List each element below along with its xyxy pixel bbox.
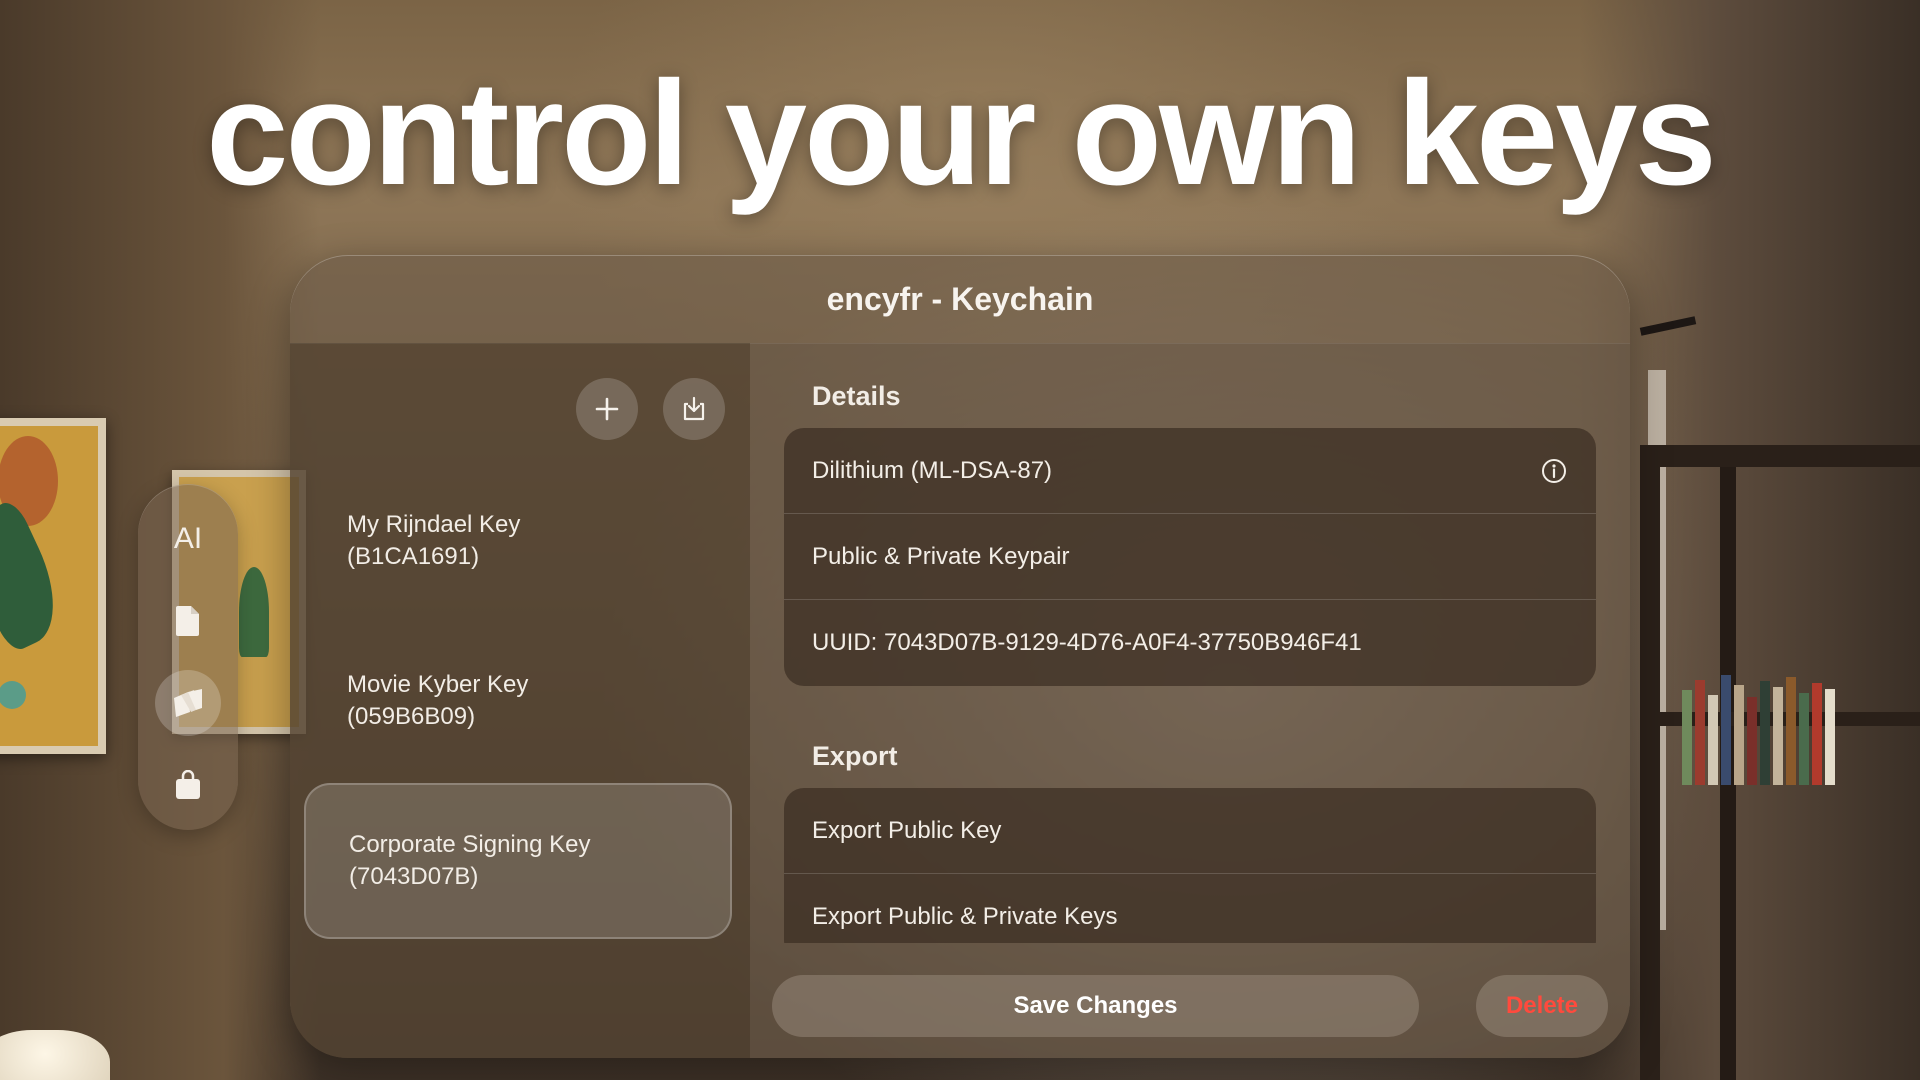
- tab-keychain[interactable]: [155, 670, 221, 736]
- books: [1682, 655, 1882, 785]
- plus-icon: [595, 397, 619, 421]
- tab-documents[interactable]: [155, 588, 221, 654]
- tab-bar: AI: [138, 484, 238, 830]
- key-list-sidebar: My Rijndael Key (B1CA1691) Movie Kyber K…: [290, 343, 750, 1058]
- wall-painting: [0, 418, 106, 754]
- export-public-key-label: Export Public Key: [812, 816, 1002, 844]
- key-name: Corporate Signing Key: [349, 831, 591, 858]
- window-title: encyfr - Keychain: [826, 280, 1094, 317]
- title-bar: encyfr - Keychain: [290, 255, 1630, 344]
- document-icon: [176, 606, 199, 636]
- delete-button[interactable]: Delete: [1476, 975, 1608, 1037]
- tab-text-format[interactable]: AI: [155, 506, 221, 572]
- key-id: (059B6B09): [347, 703, 476, 730]
- keypair-type-label: Public & Private Keypair: [812, 542, 1070, 570]
- add-key-button[interactable]: [576, 378, 638, 440]
- text-format-icon: AI: [173, 522, 203, 555]
- key-detail-pane: Details Dilithium (ML-DSA-87) Public & P…: [750, 343, 1630, 1058]
- keypair-type-row: Public & Private Keypair: [784, 514, 1596, 600]
- algorithm-row: Dilithium (ML-DSA-87): [784, 428, 1596, 514]
- keychain-window: encyfr - Keychain My Rijndael Key (B1CA1…: [290, 255, 1630, 1058]
- details-group: Dilithium (ML-DSA-87) Public & Private K…: [784, 428, 1596, 686]
- detail-scroll-area[interactable]: Details Dilithium (ML-DSA-87) Public & P…: [750, 343, 1630, 943]
- key-list-item-selected[interactable]: Corporate Signing Key (7043D07B): [304, 783, 732, 939]
- uuid-label: UUID: 7043D07B-9129-4D76-A0F4-37750B946F…: [812, 629, 1362, 656]
- tab-store[interactable]: [155, 752, 221, 818]
- import-key-button[interactable]: [663, 378, 725, 440]
- details-section-title: Details: [812, 381, 901, 411]
- key-id: (7043D07B): [349, 863, 479, 890]
- key-id: (B1CA1691): [347, 543, 480, 570]
- shopping-bag-icon: [176, 770, 200, 799]
- headline: control your own keys: [206, 51, 1717, 216]
- info-icon[interactable]: [1540, 457, 1568, 485]
- import-icon: [683, 396, 705, 421]
- export-section-title: Export: [812, 741, 898, 771]
- uuid-row: UUID: 7043D07B-9129-4D76-A0F4-37750B946F…: [784, 600, 1596, 686]
- key-list-item[interactable]: My Rijndael Key (B1CA1691): [304, 463, 732, 619]
- keychain-icon: [174, 689, 202, 717]
- key-list-item[interactable]: Movie Kyber Key (059B6B09): [304, 623, 732, 779]
- key-name: Movie Kyber Key: [347, 671, 529, 698]
- export-public-key-row[interactable]: Export Public Key: [784, 788, 1596, 874]
- export-all-keys-row[interactable]: Export Public & Private Keys: [784, 874, 1596, 943]
- key-name: My Rijndael Key: [347, 511, 521, 538]
- algorithm-label: Dilithium (ML-DSA-87): [812, 456, 1053, 484]
- export-group: Export Public Key Export Public & Privat…: [784, 788, 1596, 943]
- export-all-keys-label: Export Public & Private Keys: [812, 903, 1118, 930]
- save-changes-button[interactable]: Save Changes: [772, 975, 1419, 1037]
